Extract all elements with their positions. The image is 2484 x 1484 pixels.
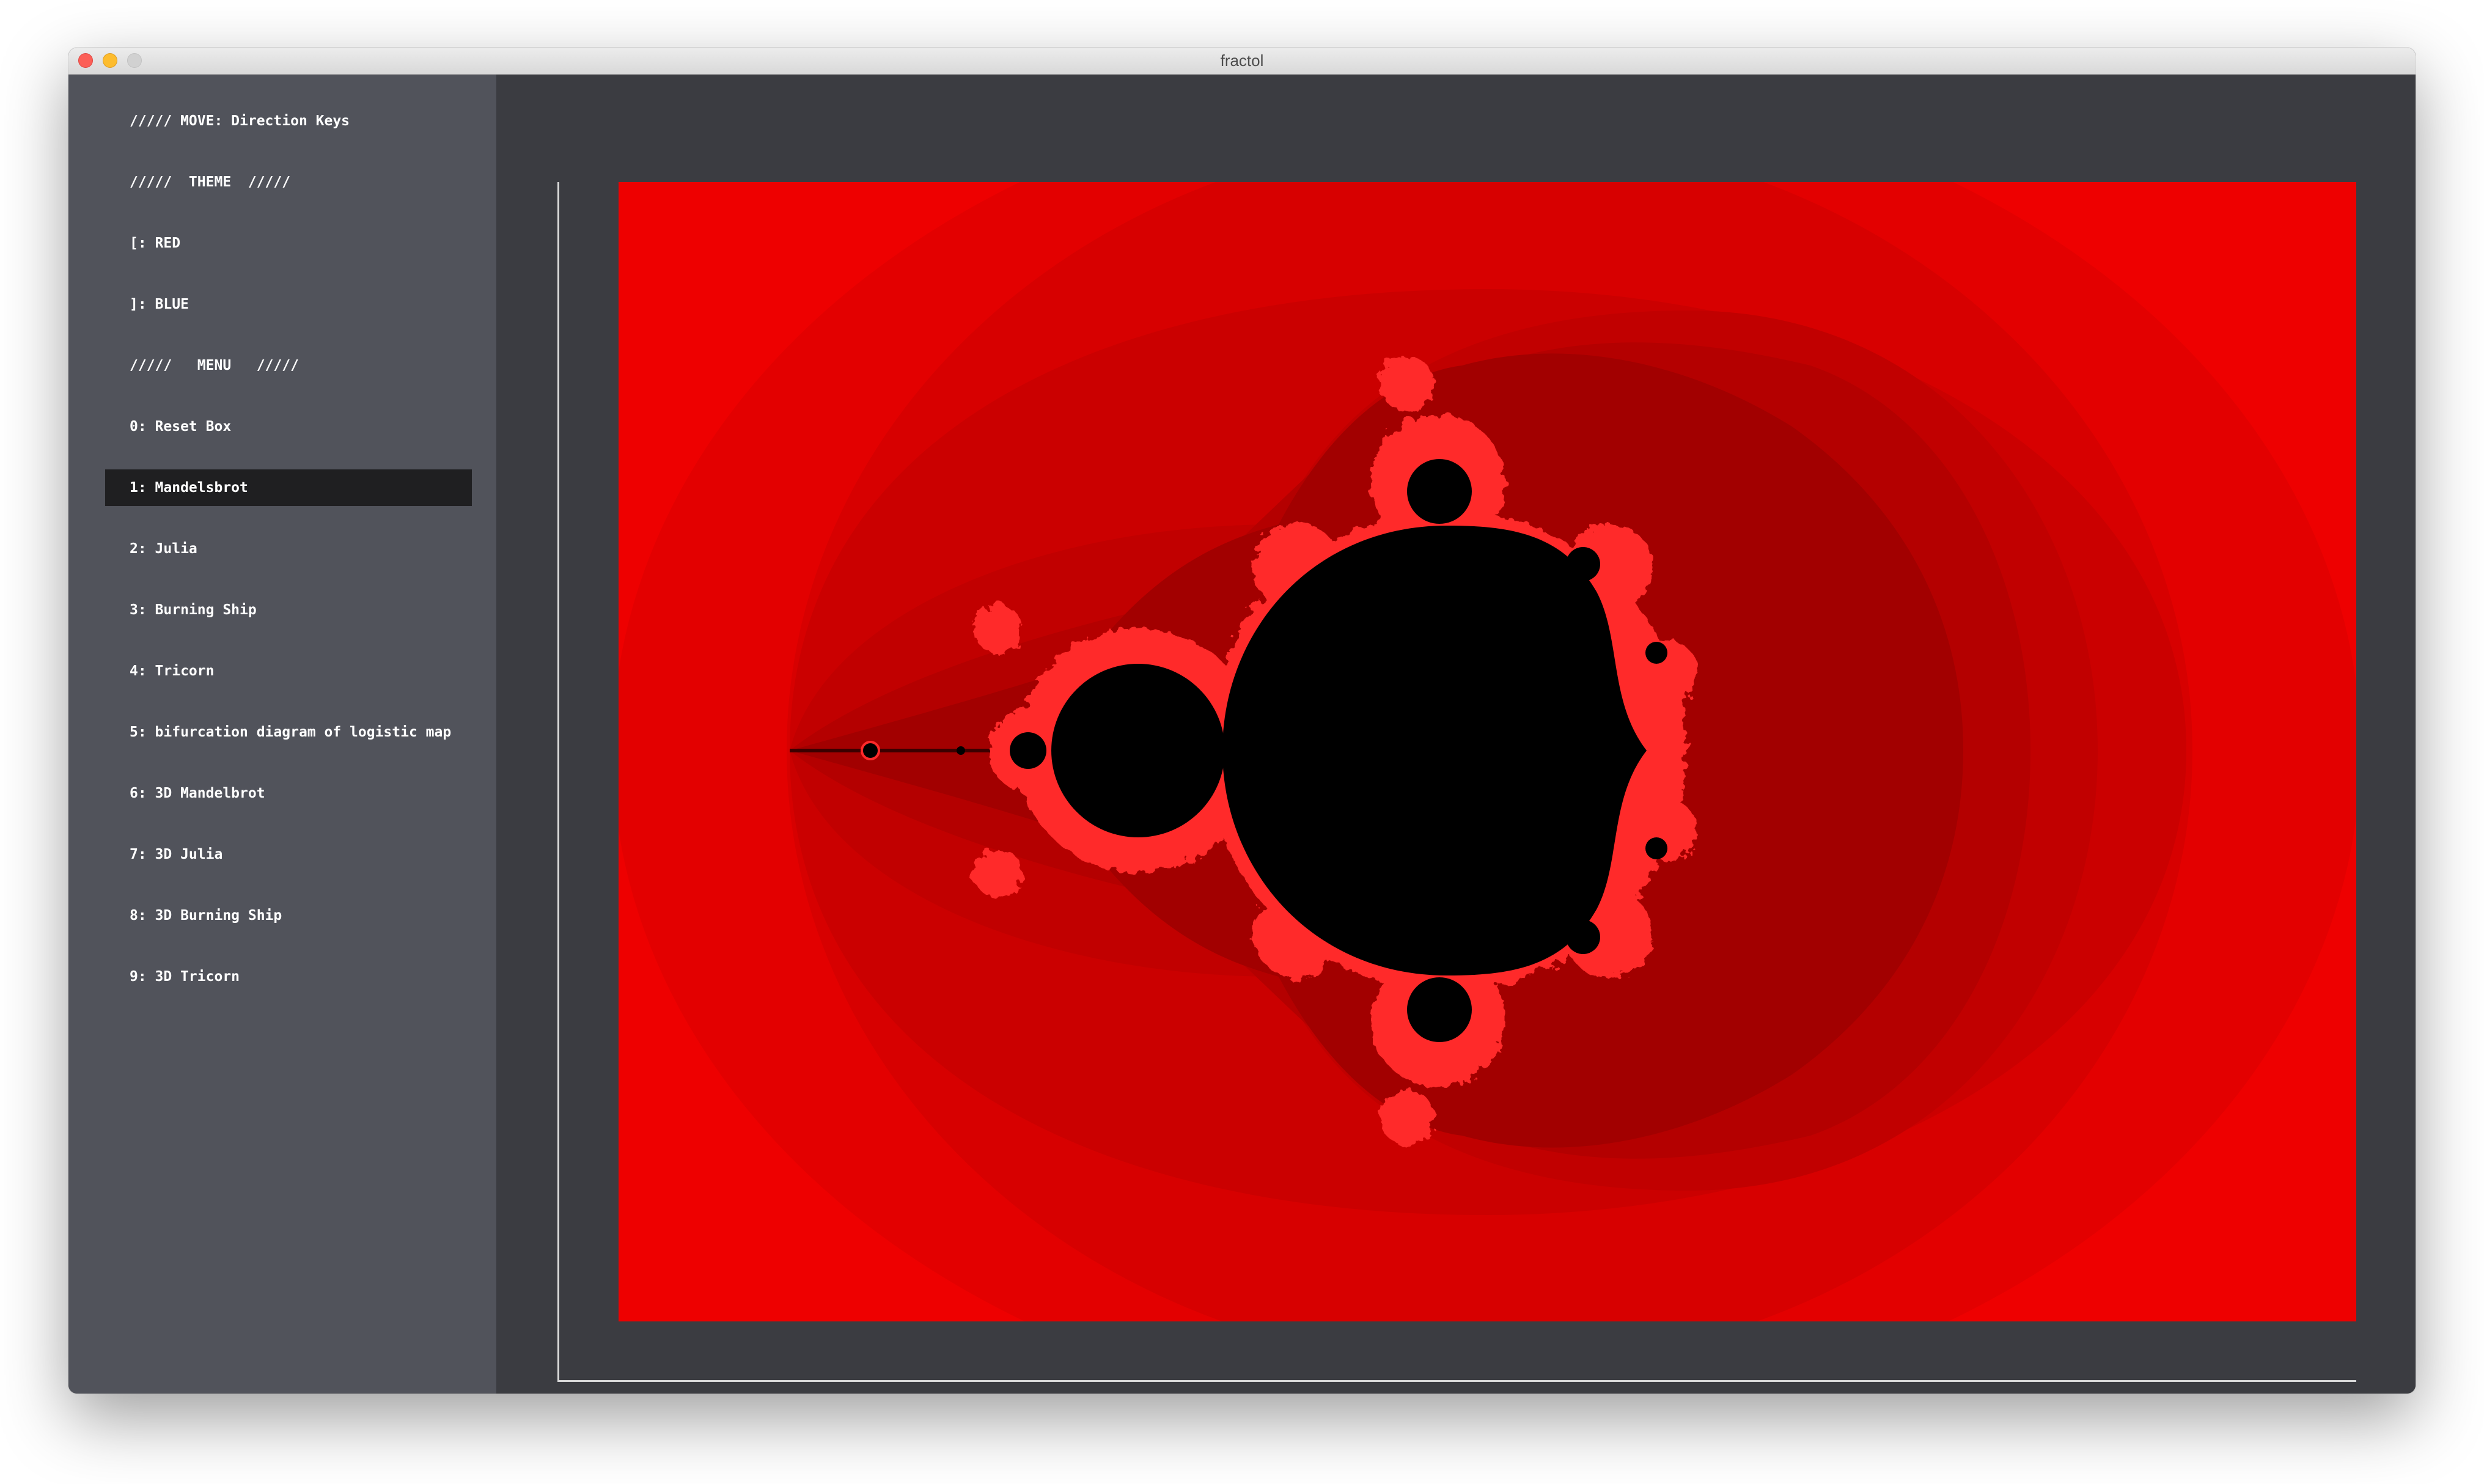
menu-header: ///// MENU ///// [130,358,299,373]
menu-theme-red[interactable]: [: RED [105,225,472,262]
app-window: fractol ///// MOVE: Direction Keys /////… [68,48,2416,1394]
menu-item-3d-mandelbrot[interactable]: 6: 3D Mandelbrot [105,775,472,812]
menu-item-bifurcation[interactable]: 5: bifurcation diagram of logistic map [105,714,472,751]
mandelbrot-render [619,182,2356,1321]
menu-theme-blue[interactable]: ]: BLUE [105,286,472,323]
window-title: fractol [1220,51,1264,70]
menu-move-hint: ///// MOVE: Direction Keys [130,113,350,129]
main-area [496,75,2416,1394]
title-bar[interactable]: fractol [68,48,2416,75]
menu-item-3d-julia[interactable]: 7: 3D Julia [105,836,472,873]
menu-theme-header: ///// THEME ///// [130,174,291,190]
frame-line-left [557,182,559,1382]
menu-item-burning-ship[interactable]: 3: Burning Ship [105,592,472,628]
menu-item-tricorn[interactable]: 4: Tricorn [105,653,472,689]
menu-item-3d-tricorn[interactable]: 9: 3D Tricorn [105,958,472,995]
menu-item-mandelbrot[interactable]: 1: Mandelsbrot [105,469,472,506]
sidebar-menu: ///// MOVE: Direction Keys ///// THEME /… [68,75,496,1394]
fractal-canvas[interactable] [619,182,2356,1321]
menu-item-julia[interactable]: 2: Julia [105,531,472,567]
menu-item-reset-box[interactable]: 0: Reset Box [105,408,472,445]
frame-line-bottom [557,1380,2356,1382]
menu-item-3d-burning-ship[interactable]: 8: 3D Burning Ship [105,897,472,934]
